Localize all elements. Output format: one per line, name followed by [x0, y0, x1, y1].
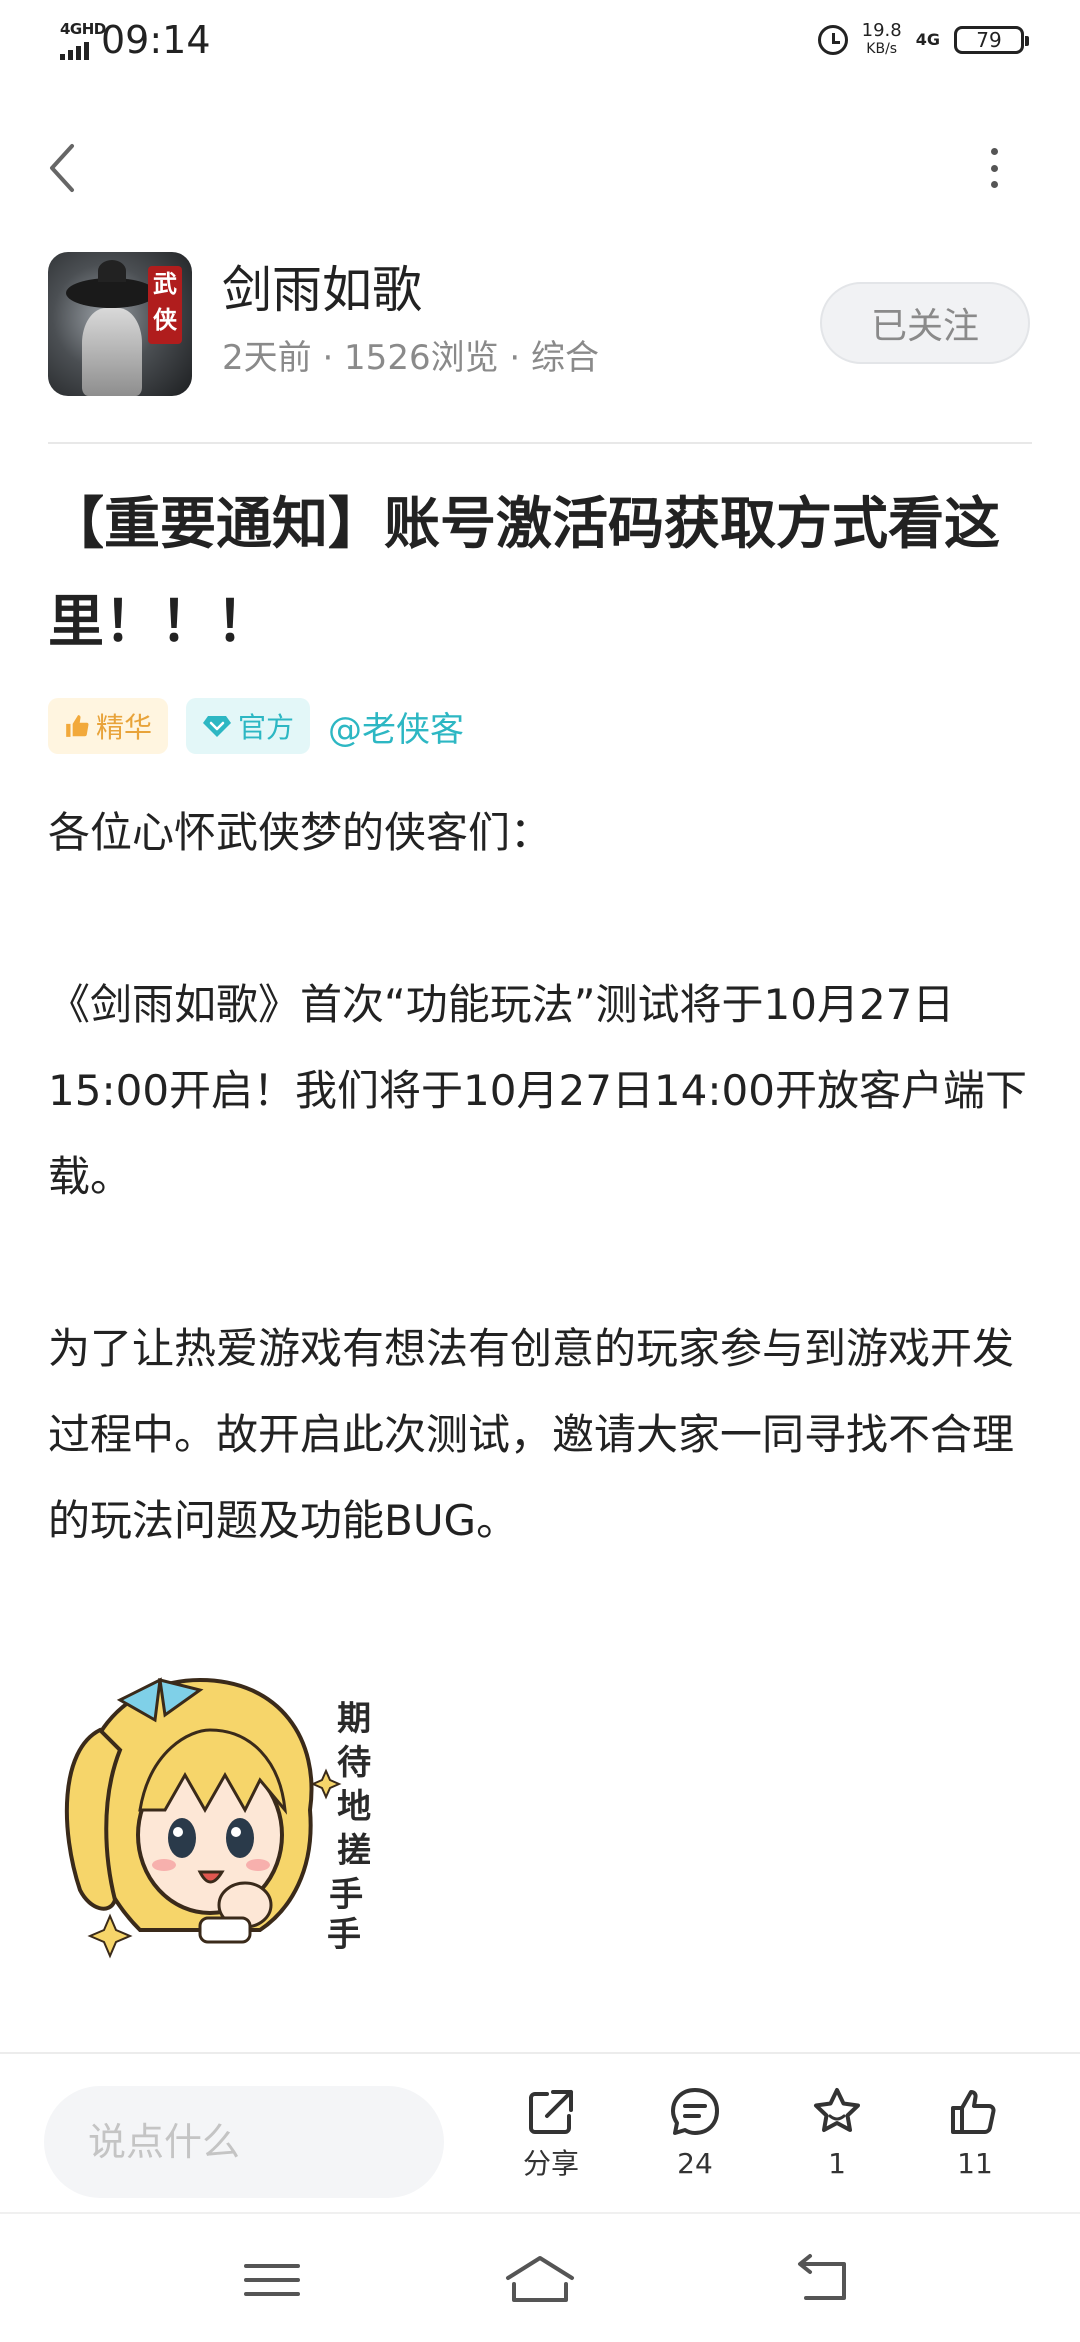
share-label: 分享 [522, 2147, 579, 2180]
menu-icon [244, 2264, 300, 2296]
sticker-text: 期 待 地 搓 手 手 [327, 1699, 383, 1955]
network-type: 4GHD [60, 20, 106, 38]
post-body: 各位心怀武侠梦的侠客们： 《剑雨如歌》首次“功能玩法”测试将于10月27日15:… [48, 790, 1038, 1564]
avatar-figure [82, 308, 142, 396]
nav-menu-button[interactable] [232, 2250, 312, 2310]
status-time: 09:14 [101, 18, 211, 62]
mobile-data-indicator: 4G [916, 31, 940, 49]
status-bar: 4GHD 09:14 19.8 KB/s 4G 79 [0, 0, 1080, 84]
system-nav-bar [0, 2212, 1080, 2342]
like-count: 11 [957, 2147, 993, 2180]
tag-essence-label: 精华 [96, 711, 153, 744]
more-options-button[interactable] [982, 148, 1006, 188]
favorite-count: 1 [828, 2147, 846, 2180]
paragraph: 《剑雨如歌》首次“功能玩法”测试将于10月27日15:00开启！我们将于10月2… [48, 980, 1027, 1201]
battery-icon: 79 [954, 26, 1029, 54]
tag-official[interactable]: 官方 [186, 698, 311, 754]
nav-home-button[interactable] [500, 2250, 580, 2310]
alarm-icon [817, 25, 848, 55]
more-dot [990, 164, 998, 172]
status-right: 19.8 KB/s 4G 79 [817, 22, 1029, 58]
comment-count: 24 [677, 2147, 713, 2180]
divider [48, 442, 1032, 444]
follow-button[interactable]: 已关注 [820, 282, 1030, 364]
bottom-action-bar: 分享 24 1 11 [0, 2052, 1080, 2212]
favorite-button[interactable]: 1 [782, 2084, 892, 2196]
home-icon [506, 2256, 574, 2302]
signal-icon [60, 40, 89, 60]
back-arrow-icon [798, 2254, 846, 2300]
more-dots-icon [990, 148, 998, 155]
tag-essence[interactable]: 精华 [48, 698, 169, 754]
comment-input[interactable] [44, 2086, 444, 2198]
avatar-badge: 武侠 [148, 266, 182, 344]
speed-value: 19.8 [861, 20, 902, 41]
battery-level: 79 [976, 28, 1002, 52]
speed-unit: KB/s [866, 41, 898, 57]
author-name[interactable]: 剑雨如歌 [222, 260, 422, 320]
thumbs-up-icon [64, 713, 90, 739]
comment-bubble-icon [671, 2088, 719, 2135]
post-meta: 2天前 · 1526浏览 · 综合 [222, 338, 600, 378]
nav-back-button[interactable] [782, 2250, 862, 2310]
chevron-left-icon [50, 144, 74, 192]
post-tags: 精华 官方 @老侠客 [48, 698, 464, 754]
share-button[interactable]: 分享 [496, 2084, 606, 2196]
back-button[interactable] [44, 140, 84, 196]
more-dot [990, 181, 998, 188]
thumbs-up-outline-icon [951, 2090, 996, 2134]
status-left: 4GHD 09:14 [60, 18, 211, 60]
comment-button[interactable]: 24 [640, 2084, 750, 2196]
author-row: 武侠 剑雨如歌 2天前 · 1526浏览 · 综合 已关注 [48, 252, 1036, 396]
paragraph: 各位心怀武侠梦的侠客们： [48, 808, 553, 857]
share-icon [529, 2090, 573, 2134]
post-title: 【重要通知】账号激活码获取方式看这里！！！ [48, 492, 1000, 655]
mobile-data-label: 4G [915, 30, 940, 49]
paragraph: 为了让热爱游戏有想法有创意的玩家参与到游戏开发过程中。故开启此次测试，邀请大家一… [48, 1324, 1015, 1545]
star-icon [814, 2088, 860, 2132]
anime-girl-sticker-icon: 期 待 地 搓 手 手 [64, 1677, 383, 1959]
diamond-icon [202, 714, 232, 738]
avatar-hat [66, 260, 156, 308]
network-speed: 19.8 KB/s [862, 22, 902, 58]
like-button[interactable]: 11 [920, 2084, 1030, 2196]
sticker-image: 期 待 地 搓 手 手 [60, 1660, 420, 1970]
avatar[interactable]: 武侠 [48, 252, 192, 396]
mention-link[interactable]: @老侠客 [328, 702, 464, 751]
tag-official-label: 官方 [238, 711, 295, 744]
